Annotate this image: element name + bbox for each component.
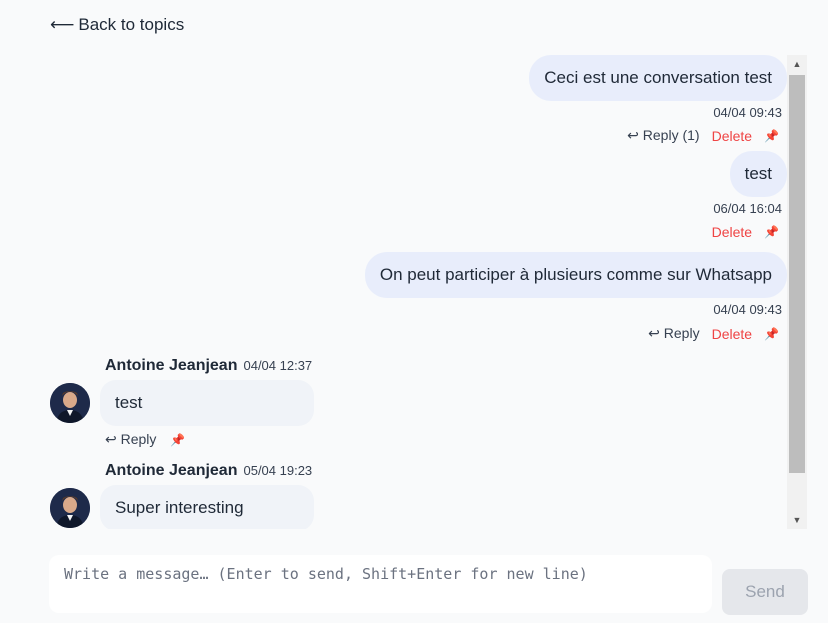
scroll-up-icon[interactable]: ▲ [787,55,807,73]
own-message-bubble: Ceci est une conversation test [529,55,787,101]
message-timestamp: 04/04 09:43 [713,302,782,317]
user-avatar-icon [50,383,90,423]
author-name: Antoine Jeanjean [105,462,238,479]
own-message-bubble: On peut participer à plusieurs comme sur… [364,252,787,298]
message-actions: Delete 📌 [712,224,779,240]
message-timestamp: 04/04 09:43 [713,105,782,120]
message-timestamp: 05/04 19:23 [243,463,313,478]
delete-button[interactable]: Delete [712,128,752,144]
back-link-label: Back to topics [78,15,185,34]
chat-page: ⟵ Back to topics Ceci est une conversati… [0,0,828,623]
delete-button[interactable]: Delete [712,326,752,342]
other-message-bubble: Super interesting [100,485,314,529]
reply-button[interactable]: ↩ Reply (1) [627,127,699,144]
message-timestamp: 04/04 12:37 [243,358,313,373]
message-actions: ↩ Reply Delete 📌 [648,325,779,342]
back-arrow-icon: ⟵ [50,15,75,34]
other-message-bubble: test [100,380,314,426]
message-actions: ↩ Reply (1) Delete 📌 [627,127,779,144]
author-name: Antoine Jeanjean [105,357,238,374]
message-list[interactable]: Ceci est une conversation test 04/04 09:… [48,55,787,529]
pin-icon[interactable]: 📌 [764,225,779,239]
message-author-line: Antoine Jeanjean 04/04 12:37 [105,357,312,375]
delete-button[interactable]: Delete [712,224,752,240]
reply-button[interactable]: ↩ Reply [105,431,156,448]
scrollbar-thumb[interactable] [789,75,805,473]
pin-icon[interactable]: 📌 [764,129,779,143]
scroll-down-icon[interactable]: ▼ [787,511,807,529]
send-button[interactable]: Send [722,569,808,615]
reply-button[interactable]: ↩ Reply [648,325,699,342]
message-list-scrollbar[interactable]: ▲ ▼ [787,55,807,529]
message-timestamp: 06/04 16:04 [713,201,782,216]
message-author-line: Antoine Jeanjean 05/04 19:23 [105,462,312,480]
user-avatar-icon [50,488,90,528]
avatar [50,488,90,528]
message-composer [49,555,712,613]
back-to-topics-link[interactable]: ⟵ Back to topics [50,15,184,35]
pin-icon[interactable]: 📌 [170,433,185,447]
pin-icon[interactable]: 📌 [764,327,779,341]
message-actions: ↩ Reply 📌 [105,431,185,448]
message-input[interactable] [49,555,712,613]
avatar [50,383,90,423]
own-message-bubble: test [729,151,787,197]
